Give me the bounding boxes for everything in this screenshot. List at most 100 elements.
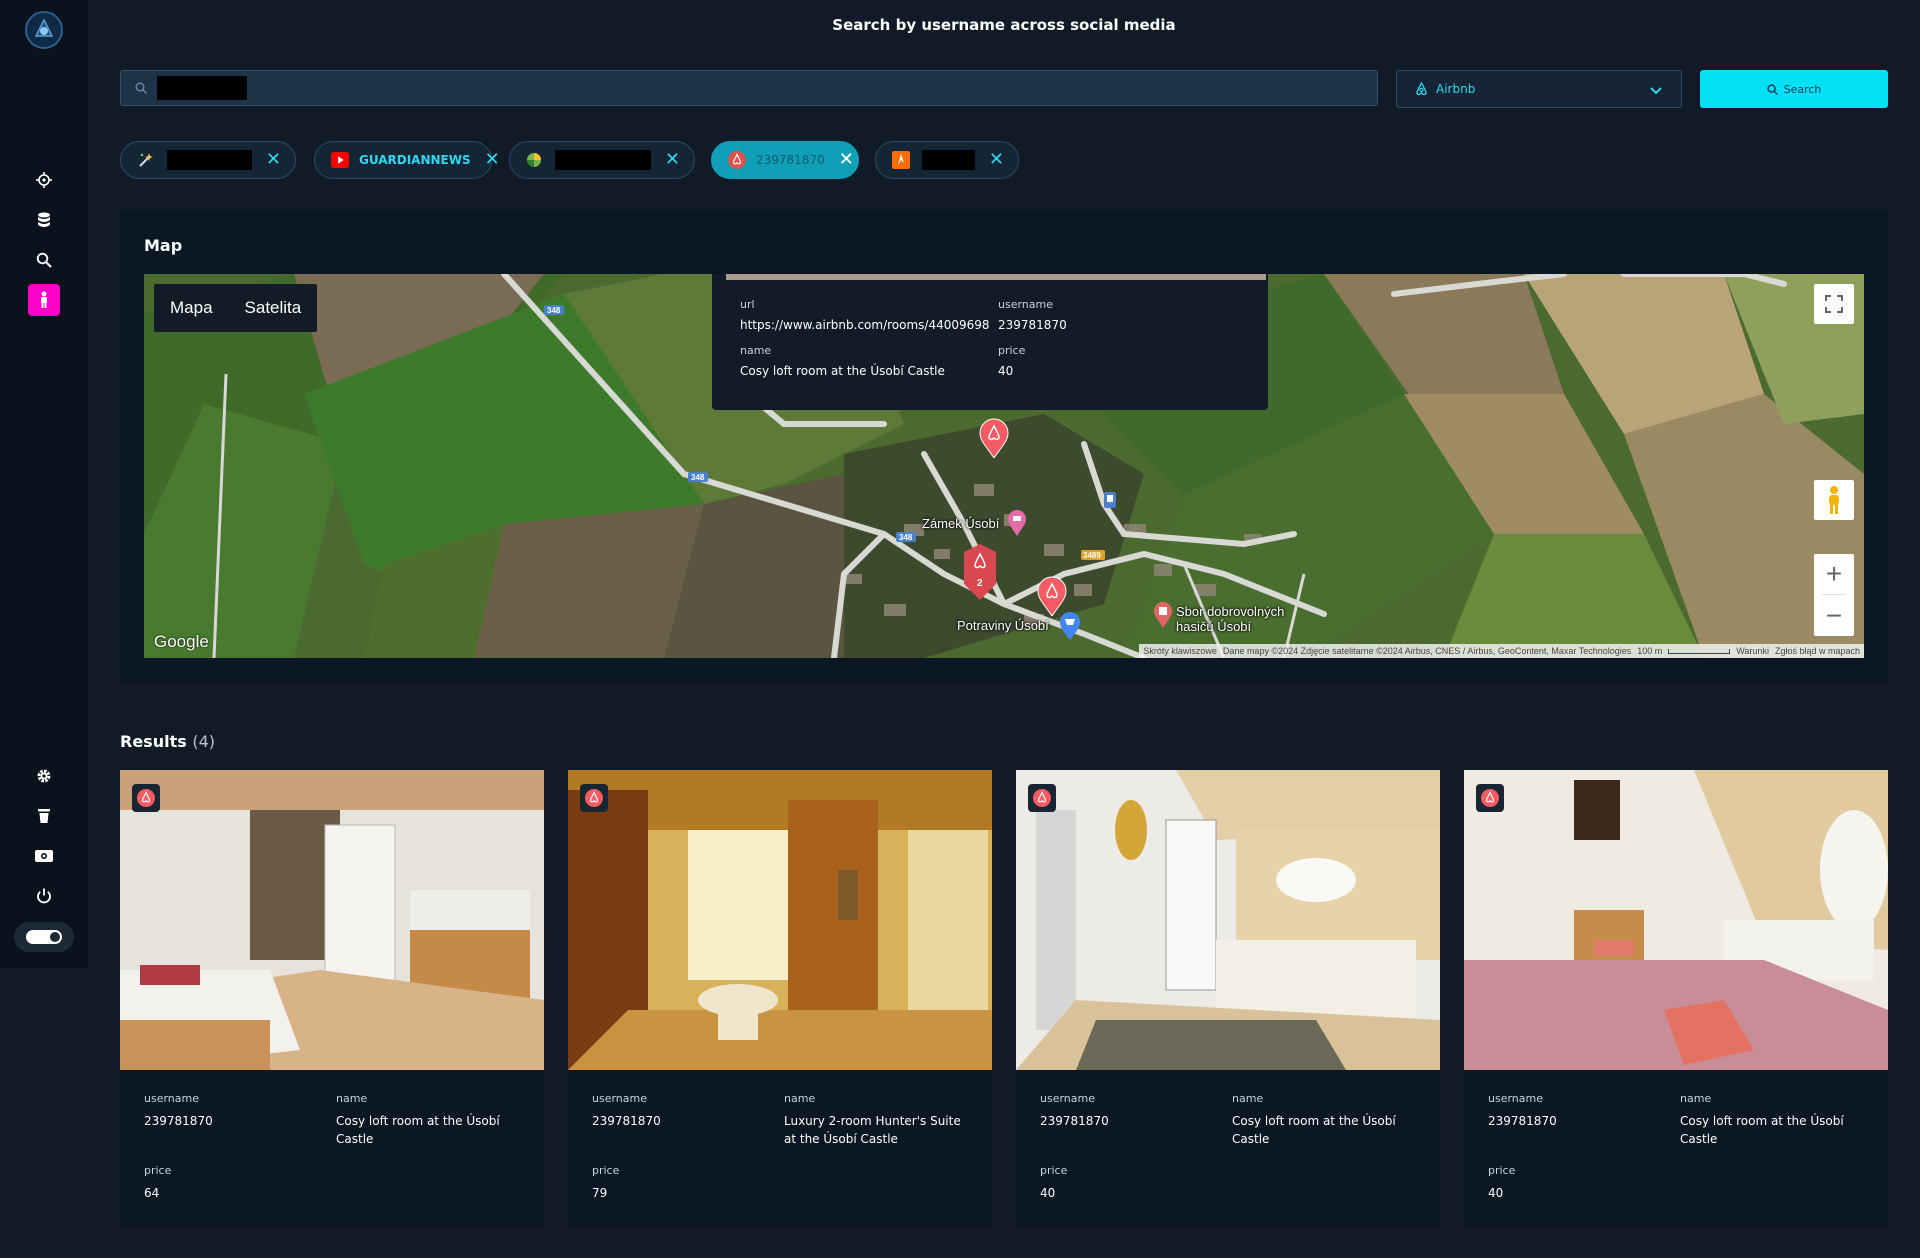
sidebar-item-billing[interactable] [28,840,60,872]
map-attribution: Skróty klawiszowe Dane mapy ©2024 Zdjęci… [1139,644,1864,658]
remove-chip-icon[interactable]: ✕ [839,151,854,169]
sidebar-item-clear[interactable] [28,800,60,832]
toggle-track [26,930,62,944]
street-view-pegman[interactable] [1814,480,1854,520]
airbnb-cluster-marker[interactable]: 2 [960,544,1000,600]
airbnb-icon [1416,82,1427,96]
zoom-in-button[interactable]: + [1814,554,1854,594]
sidebar-item-database[interactable] [28,204,60,236]
results-count: (4) [192,732,215,751]
map-card: Map 348 348 348 3489 Mapa Satelita + − Z… [120,210,1888,682]
airbnb-badge [132,784,160,812]
sidebar-item-logout[interactable] [28,880,60,912]
remove-chip-icon[interactable]: ✕ [989,151,1004,169]
search-chip[interactable]: ✕ [120,141,296,179]
remove-chip-icon[interactable]: ✕ [485,151,500,169]
map-view[interactable]: 348 348 348 3489 Mapa Satelita + − Zámek… [144,274,1864,658]
page-title: Search by username across social media [832,16,1176,34]
map-scale: 100 m [1637,646,1663,656]
road-label: 348 [899,533,913,542]
username-value: 239781870 [592,1114,661,1128]
road-label: 348 [691,473,705,482]
popup-url-label: url [740,298,755,311]
result-card[interactable]: username 239781870 name Cosy loft room a… [1464,770,1888,1226]
popup-name-value: Cosy loft room at the Úsobí Castle [740,364,945,378]
search-chip-active[interactable]: 239781870 ✕ [711,141,859,179]
redacted-chip-label [167,150,252,170]
username-search-box[interactable] [120,70,1378,106]
name-label: name [1232,1092,1264,1105]
cluster-count: 2 [977,578,983,589]
results-title-label: Results [120,732,187,751]
remove-chip-icon[interactable]: ✕ [665,151,680,169]
username-label: username [144,1092,199,1105]
scale-bar [1668,648,1731,654]
crosshair-icon [36,172,52,188]
popup-name-label: name [740,344,772,357]
airbnb-icon [1033,789,1051,807]
search-button[interactable]: Search [1700,70,1888,108]
listing-photo[interactable] [568,770,992,1070]
name-value: Cosy loft room at the Úsobí Castle [336,1114,500,1146]
platform-select[interactable]: Airbnb [1396,70,1682,108]
search-chip[interactable]: ✕ [875,141,1019,179]
sidebar-item-search[interactable] [28,244,60,276]
sidebar-item-locate[interactable] [28,164,60,196]
castle-poi-icon[interactable] [1008,510,1026,536]
popup-price-label: price [998,344,1026,357]
shopping-poi-icon[interactable] [1060,612,1080,640]
popup-price-value: 40 [998,364,1014,378]
search-icon [1766,83,1778,95]
result-card[interactable]: username 239781870 name Luxury 2-room Hu… [568,770,992,1226]
result-card[interactable]: username 239781870 name Cosy loft room a… [1016,770,1440,1226]
fullscreen-button[interactable] [1814,284,1854,324]
report-error-link[interactable]: Zgłoś błąd w mapach [1775,646,1860,656]
popup-username-value: 239781870 [998,318,1067,332]
money-icon [35,850,53,862]
popup-url-value[interactable]: https://www.airbnb.com/rooms/44009698 [740,318,990,332]
airbnb-map-marker[interactable] [978,418,1010,458]
database-icon [38,212,50,227]
bus-stop-icon[interactable] [1104,492,1116,508]
firestation-label-line2: hasičů Úsobí [1176,619,1252,634]
airbnb-map-marker[interactable] [1036,576,1068,616]
search-chip[interactable]: GUARDIANNEWS ✕ [314,141,500,179]
price-value: 79 [592,1186,608,1200]
map-info-popup: url https://www.airbnb.com/rooms/4400969… [712,274,1268,410]
airbnb-badge [1476,784,1504,812]
search-chip[interactable]: ✕ [509,141,695,179]
map-type-satelita[interactable]: Satelita [229,298,318,318]
firestation-poi-icon[interactable] [1154,602,1172,628]
theme-toggle[interactable] [14,922,74,952]
map-type-control: Mapa Satelita [154,284,318,332]
map-type-mapa[interactable]: Mapa [154,298,229,318]
redacted-chip-label [922,150,975,170]
terms-link[interactable]: Warunki [1736,646,1769,656]
poi-label-firestation[interactable]: Sbor dobrovolných hasičů Úsobí [1176,604,1284,634]
search-input[interactable] [251,75,1355,103]
price-label: price [1040,1164,1068,1177]
poi-label-castle[interactable]: Zámek Úsobí [922,516,999,531]
sidebar-item-settings[interactable] [28,760,60,792]
popup-username-label: username [998,298,1053,311]
remove-chip-icon[interactable]: ✕ [266,151,281,169]
search-icon [135,82,147,94]
search-button-label: Search [1783,82,1822,96]
zoom-out-button[interactable]: − [1814,596,1854,636]
search-icon [36,252,52,268]
pegman-icon [1829,486,1839,514]
sidebar [0,0,88,968]
listing-photo[interactable] [120,770,544,1070]
result-card[interactable]: username 239781870 name Cosy loft room a… [120,770,544,1226]
gear-icon [37,769,51,783]
airbnb-icon [728,151,746,169]
keyboard-shortcuts-link[interactable]: Skróty klawiszowe [1143,646,1217,656]
sidebar-item-person[interactable] [28,284,60,316]
listing-photo[interactable] [1016,770,1440,1070]
username-value: 239781870 [1040,1114,1109,1128]
poi-label-shop[interactable]: Potraviny Úsobí [957,618,1049,633]
airbnb-badge [1028,784,1056,812]
road-label: 3489 [1083,551,1101,560]
leaf-icon [526,151,543,169]
listing-photo[interactable] [1464,770,1888,1070]
